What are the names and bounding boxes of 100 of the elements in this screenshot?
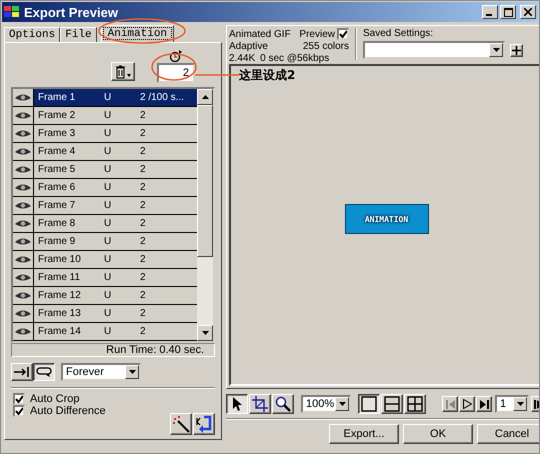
zoom-dropdown[interactable]: 100% [301,395,351,413]
frame-disposal: U [104,164,112,175]
eye-icon [15,183,31,192]
dialog-button[interactable]: Cancel [477,424,539,444]
up-arrow-icon [202,95,208,99]
frame-delay-field[interactable]: 2 [157,63,195,83]
wand-icon [172,415,190,433]
frame-disposal: U [104,182,112,193]
visibility-toggle[interactable] [13,161,34,178]
visibility-toggle[interactable] [13,323,34,340]
frame-row[interactable]: Frame 4 U 2 [13,143,197,161]
quad-view-button[interactable] [404,394,426,414]
frame-disposal: U [104,110,112,121]
frame-row[interactable]: Frame 5 U 2 [13,161,197,179]
frame-dropdown[interactable]: 1 [495,395,529,413]
tab[interactable]: Animation [100,25,174,42]
pointer-icon [232,397,242,411]
visibility-toggle[interactable] [13,233,34,250]
visibility-toggle[interactable] [13,89,34,106]
visibility-toggle[interactable] [13,251,34,268]
eye-icon [15,291,31,300]
window-title: Export Preview [24,4,118,20]
frame-row[interactable]: Frame 14 U 2 [13,323,197,341]
visibility-toggle[interactable] [13,215,34,232]
two-pane-icon [384,396,400,412]
run-time-text: Run Time: 0.40 sec. [106,344,204,356]
last-frame-button[interactable] [476,396,492,412]
vertical-scrollbar[interactable] [197,89,213,341]
frame-row[interactable]: Frame 7 U 2 [13,197,197,215]
frame-delay: 2 [140,200,146,211]
frame-row[interactable]: Frame 9 U 2 [13,233,197,251]
zoom-tool[interactable] [272,394,294,414]
tab[interactable]: File [60,27,97,42]
frame-row[interactable]: Frame 2 U 2 [13,107,197,125]
crop-tool[interactable] [249,394,271,414]
eye-icon [15,255,31,264]
tab[interactable]: Options [4,27,60,42]
frame-name: Frame 14 [37,326,82,337]
frame-delay: 2 [140,146,146,157]
pointer-tool[interactable] [226,394,248,414]
visibility-toggle[interactable] [13,305,34,322]
leader-line [195,74,239,76]
minimize-button[interactable] [482,5,498,19]
frame-row[interactable]: Frame 12 U 2 [13,287,197,305]
eye-icon [15,237,31,246]
maximize-button[interactable] [500,5,516,19]
first-frame-button[interactable] [442,396,458,412]
distribute-button[interactable] [193,413,215,435]
visibility-toggle[interactable] [13,269,34,286]
plus-icon [512,46,521,54]
frame-row[interactable]: Frame 3 U 2 [13,125,197,143]
close-icon [524,8,532,16]
dialog-button[interactable]: Export... [329,424,399,444]
checkbox[interactable] [13,393,25,405]
dialog-button[interactable]: OK [403,424,473,444]
close-button[interactable] [520,5,536,19]
eye-icon [15,273,31,282]
visibility-toggle[interactable] [13,143,34,160]
frame-number: 1 [500,398,506,410]
frame-row[interactable]: Frame 13 U 2 [13,305,197,323]
frame-row[interactable]: Frame 1 U 2 /100 s... [13,89,197,107]
loop-button[interactable] [33,363,55,381]
frame-row[interactable]: Frame 6 U 2 [13,179,197,197]
visibility-toggle[interactable] [13,197,34,214]
loop-dropdown[interactable]: Forever [61,363,141,381]
frame-name: Frame 5 [37,164,76,175]
play-icon [462,399,472,409]
saved-settings-label: Saved Settings: [363,28,434,39]
frame-row[interactable]: Frame 8 U 2 [13,215,197,233]
frame-row[interactable]: Frame 10 U 2 [13,251,197,269]
frame-delay: 2 /100 s... [140,92,184,103]
size-text: 2.44K [229,53,256,64]
frame-delay: 2 [140,326,146,337]
crop-icon [252,396,268,412]
frame-delay: 2 [140,182,146,193]
delete-frame-button[interactable] [111,62,135,81]
visibility-toggle[interactable] [13,125,34,142]
scroll-thumb[interactable] [197,105,213,257]
app-icon [4,5,20,19]
visibility-toggle[interactable] [13,287,34,304]
visibility-toggle[interactable] [13,179,34,196]
checkbox[interactable] [13,405,25,417]
skip-forward-icon [480,400,488,408]
frame-disposal: U [104,200,112,211]
saved-settings-dropdown[interactable] [363,41,505,59]
eye-icon [15,129,31,138]
frame-delay: 2 [140,164,146,175]
checkbox-label: Auto Crop [30,393,80,405]
add-setting-button[interactable] [510,44,523,56]
visibility-toggle[interactable] [13,107,34,124]
play-once-button[interactable] [11,363,33,381]
frame-name: Frame 13 [37,308,82,319]
split-view-button[interactable] [381,394,403,414]
frame-disposal: U [104,128,112,139]
preview-checkbox[interactable] [337,28,349,40]
play-button[interactable] [459,396,475,412]
frame-row[interactable]: Frame 11 U 2 [13,269,197,287]
single-view-button[interactable] [358,394,380,414]
wand-button[interactable] [170,413,192,435]
eye-icon [15,309,31,318]
